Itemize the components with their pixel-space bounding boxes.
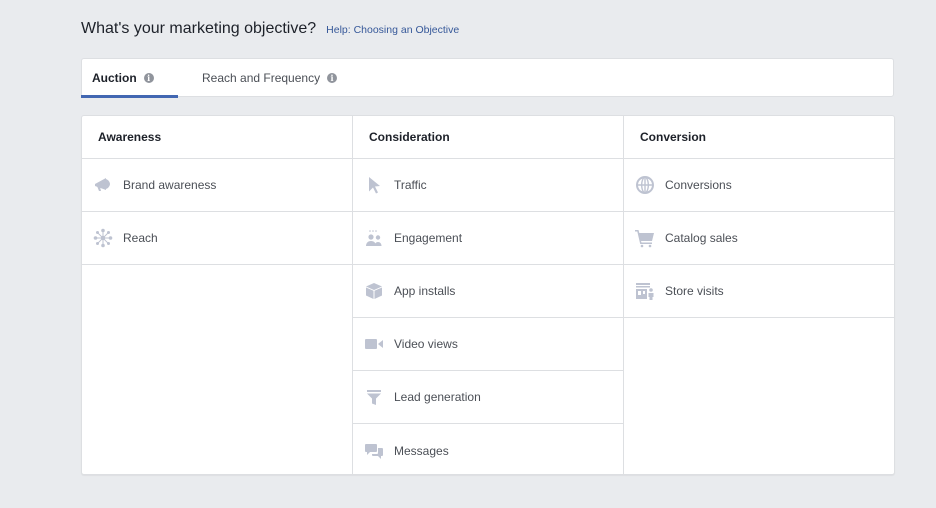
funnel-icon: [364, 387, 384, 407]
objective-label: Brand awareness: [123, 178, 217, 192]
megaphone-icon: [93, 175, 113, 195]
help-link[interactable]: Help: Choosing an Objective: [326, 24, 459, 36]
objective-video-views[interactable]: Video views: [353, 318, 623, 371]
objective-label: Messages: [394, 443, 449, 458]
tab-auction[interactable]: Auction i: [81, 59, 178, 98]
objective-messages[interactable]: Messages: [353, 424, 623, 477]
tab-reach-and-frequency[interactable]: Reach and Frequency i: [178, 59, 338, 97]
objective-label: Store visits: [665, 284, 724, 298]
objective-label: Lead generation: [394, 390, 481, 404]
objective-label: App installs: [394, 284, 456, 298]
chat-bubbles-icon: [364, 441, 384, 461]
objective-grid: Awareness Brand awareness Reach Consider…: [81, 115, 895, 475]
tab-bar: Auction i Reach and Frequency i: [81, 58, 894, 98]
tab-label: Reach and Frequency: [202, 71, 321, 85]
objective-label: Conversions: [665, 178, 732, 192]
column-header: Awareness: [82, 116, 352, 159]
video-camera-icon: [364, 334, 384, 354]
people-icon: [364, 228, 384, 248]
objective-store-visits[interactable]: Store visits: [624, 265, 894, 318]
tab-label: Auction: [92, 71, 137, 85]
box-icon: [364, 281, 384, 301]
objective-label: Catalog sales: [665, 231, 738, 245]
objective-label: Reach: [123, 231, 158, 245]
globe-icon: [635, 175, 655, 195]
info-icon[interactable]: i: [143, 73, 154, 83]
cursor-icon: [364, 175, 384, 195]
column-consideration: Consideration Traffic Engagement App ins…: [353, 116, 624, 474]
info-icon[interactable]: i: [327, 73, 338, 83]
objective-label: Video views: [394, 337, 458, 351]
reach-network-icon: [93, 228, 113, 248]
objective-brand-awareness[interactable]: Brand awareness: [82, 159, 352, 212]
page-header: What's your marketing objective? Help: C…: [81, 20, 459, 38]
objective-catalog-sales[interactable]: Catalog sales: [624, 212, 894, 265]
column-header: Consideration: [353, 116, 623, 159]
objective-label: Traffic: [394, 178, 427, 192]
column-header: Conversion: [624, 116, 894, 159]
objective-app-installs[interactable]: App installs: [353, 265, 623, 318]
objective-engagement[interactable]: Engagement: [353, 212, 623, 265]
objective-conversions[interactable]: Conversions: [624, 159, 894, 212]
store-icon: [635, 281, 655, 301]
column-conversion: Conversion Conversions Catalog sales Sto…: [624, 116, 894, 474]
objective-reach[interactable]: Reach: [82, 212, 352, 265]
objective-lead-generation[interactable]: Lead generation: [353, 371, 623, 424]
page-title: What's your marketing objective?: [81, 20, 317, 37]
objective-traffic[interactable]: Traffic: [353, 159, 623, 212]
column-awareness: Awareness Brand awareness Reach: [82, 116, 353, 474]
objective-label: Engagement: [394, 231, 463, 245]
cart-icon: [635, 228, 655, 248]
